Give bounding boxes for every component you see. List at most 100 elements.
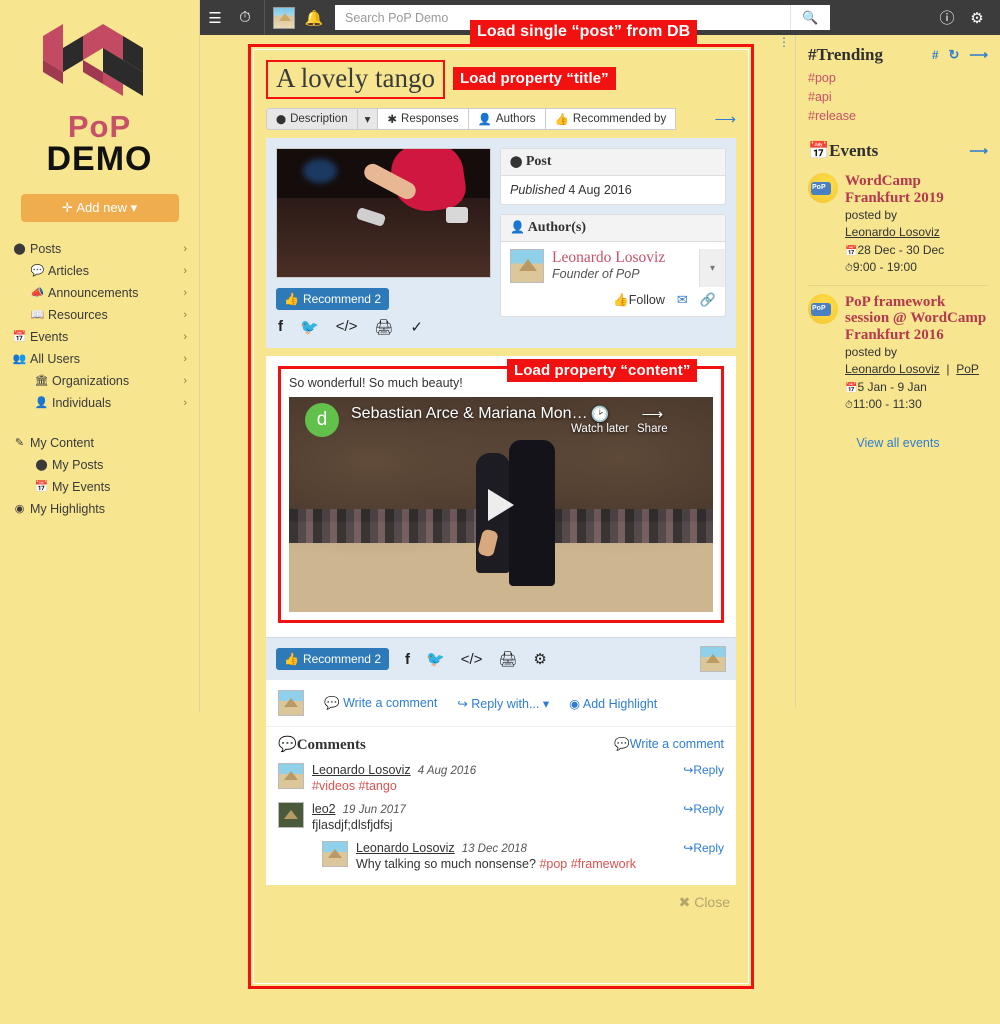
trending-tag[interactable]: #pop — [808, 69, 988, 88]
user-avatar-thumb[interactable] — [273, 6, 295, 29]
trending-tag[interactable]: #release — [808, 107, 988, 126]
calendar-icon: 📅 — [808, 141, 830, 161]
chevron-down-icon[interactable]: ▾ — [699, 249, 725, 288]
search-button[interactable]: 🔍 — [790, 5, 830, 30]
comment-author[interactable]: leo2 — [312, 802, 336, 816]
event-title[interactable]: WordCamp Frankfurt 2019 — [845, 173, 988, 207]
annotation-load-title: Load property “title” — [452, 67, 616, 90]
reply-button[interactable]: ↪Reply — [683, 841, 724, 855]
event-title[interactable]: PoP framework session @ WordCamp Frankfu… — [845, 294, 988, 344]
share-arrow-icon[interactable]: ⟶ — [969, 47, 988, 63]
reply-button[interactable]: ↪Reply — [683, 763, 724, 777]
caret-down-icon: ▾ — [130, 199, 138, 215]
reply-label: Reply — [693, 841, 724, 856]
event-author[interactable]: Leonardo Losoviz — [845, 225, 940, 239]
add-new-button[interactable]: ✛ Add new ▾ — [20, 193, 179, 222]
tab-authors[interactable]: 👤 Authors — [467, 108, 546, 131]
comment-author[interactable]: Leonardo Losoviz — [356, 841, 455, 855]
add-highlight-button[interactable]: ◉ Add Highlight — [569, 696, 657, 711]
site-logo[interactable]: PoP DEMO — [0, 0, 199, 178]
gear-icon[interactable]: ⚙ — [533, 650, 546, 668]
featured-image[interactable] — [276, 148, 491, 279]
add-new-label: Add new — [76, 200, 127, 216]
print-icon[interactable]: 🖨 — [498, 650, 517, 668]
code-icon[interactable]: </> — [461, 651, 483, 668]
info-icon[interactable]: ⓘ — [932, 0, 962, 35]
sidebar-item-articles[interactable]: 💬 Articles › — [0, 260, 199, 282]
comment-author[interactable]: Leonardo Losoviz — [312, 763, 411, 777]
user-avatar-thumb[interactable] — [700, 646, 726, 673]
sidebar-item-organizations[interactable]: 🏛 Organizations › — [0, 370, 199, 392]
vertical-dots-icon[interactable]: ⋮ — [778, 36, 790, 48]
trending-tag[interactable]: #api — [808, 88, 988, 107]
comment-text: fjlasdjf;dlsfjdfsj — [312, 818, 393, 833]
comment-tags[interactable]: #pop #framework — [539, 857, 636, 871]
comment-icon: 💬 — [278, 737, 297, 754]
event-author[interactable]: Leonardo Losoviz — [845, 362, 940, 376]
chevron-right-icon: › — [183, 286, 187, 299]
tab-responses[interactable]: ✱ Responses — [377, 108, 469, 131]
flame-icon[interactable]: ✓ — [410, 318, 423, 336]
view-all-events-link[interactable]: View all events — [808, 436, 988, 450]
event-dates: 28 Dec - 30 Dec — [857, 242, 945, 257]
write-comment-button[interactable]: 💬 Write a comment — [324, 696, 437, 711]
sidebar-item-my-content[interactable]: ✎ My Content — [0, 432, 199, 454]
comment-date: 13 Dec 2018 — [461, 843, 527, 856]
hashtag-icon[interactable]: # — [932, 47, 939, 63]
sidebar-item-my-posts[interactable]: ⬤ My Posts — [0, 454, 199, 476]
reply-button[interactable]: ↪Reply — [683, 802, 724, 816]
author-name[interactable]: Leonardo Losoviz — [552, 249, 665, 267]
tab-recommended-by[interactable]: 👍 Recommended by — [544, 108, 677, 131]
sidebar-item-individuals[interactable]: 👤 Individuals › — [0, 392, 199, 414]
clock-icon[interactable]: ⏱ — [230, 0, 260, 35]
play-icon[interactable] — [488, 488, 514, 521]
follow-button[interactable]: 👍Follow — [613, 293, 665, 308]
bell-icon[interactable]: 🔔 — [299, 0, 329, 35]
recommend-button[interactable]: 👍 Recommend 2 — [276, 288, 389, 311]
code-icon[interactable]: </> — [336, 318, 358, 336]
sidebar-item-my-events[interactable]: 📅 My Events — [0, 476, 199, 498]
reply-with-button[interactable]: ↪ Reply with... ▾ — [457, 696, 549, 711]
facebook-icon[interactable]: f — [405, 651, 410, 668]
post-title-row: A lovely tango Load property “title” — [266, 60, 736, 100]
calendar-icon: 📅 — [34, 481, 49, 494]
avatar — [278, 763, 304, 790]
event-times: 9:00 - 19:00 — [852, 260, 917, 275]
print-icon[interactable]: 🖨 — [374, 318, 393, 336]
envelope-icon[interactable]: ✉ — [677, 292, 688, 308]
sidebar-item-posts[interactable]: ⬤ Posts › — [0, 238, 199, 260]
sidebar-item-events[interactable]: 📅 Events › — [0, 326, 199, 348]
gear-icon[interactable]: ⚙ — [962, 0, 992, 35]
twitter-icon[interactable]: 🐦 — [300, 318, 319, 336]
video-title[interactable]: Sebastian Arce & Mariana Mon… — [351, 405, 588, 423]
share-arrow-icon[interactable]: ⟶ — [714, 110, 736, 128]
post-action-bar: 👍 Recommend 2 f 🐦 </> 🖨 ⚙ — [266, 637, 736, 681]
video-watch-later-button[interactable]: 🕑 Watch later — [571, 405, 629, 435]
share-arrow-icon[interactable]: ⟶ — [969, 143, 988, 159]
hamburger-icon[interactable]: ☰ — [200, 0, 230, 35]
sidebar-item-label: Articles — [48, 263, 89, 278]
thumbs-up-icon: 👍 — [554, 114, 569, 127]
topbar-right-actions: ⓘ ⚙ — [932, 0, 1000, 35]
tab-dropdown-caret[interactable]: ▾ — [356, 108, 379, 131]
events-heading: Events — [829, 141, 879, 161]
sidebar-item-my-highlights[interactable]: ◉ My Highlights — [0, 498, 199, 520]
sidebar-item-announcements[interactable]: 📣 Announcements › — [0, 282, 199, 304]
event-avatar-icon — [808, 293, 838, 324]
right-sidebar: # Trending # ↻ ⟶ #pop #api #release 📅 Ev… — [795, 35, 1000, 707]
facebook-icon[interactable]: f — [278, 318, 283, 336]
twitter-icon[interactable]: 🐦 — [426, 650, 445, 668]
sidebar-item-resources[interactable]: 📖 Resources › — [0, 304, 199, 326]
write-comment-link[interactable]: 💬Write a comment — [614, 737, 724, 752]
link-icon[interactable]: 🔗 — [700, 292, 716, 308]
event-org[interactable]: PoP — [956, 362, 979, 376]
video-channel-avatar[interactable]: d — [305, 403, 339, 438]
comment-tags[interactable]: #videos #tango — [312, 779, 397, 793]
close-button[interactable]: ✖ Close — [266, 885, 736, 911]
recommend-button[interactable]: 👍 Recommend 2 — [276, 648, 389, 671]
video-share-button[interactable]: ⟶ Share — [637, 405, 668, 435]
sidebar-item-all-users[interactable]: 👥 All Users › — [0, 348, 199, 370]
video-embed[interactable]: d Sebastian Arce & Mariana Mon… 🕑 Watch … — [289, 397, 713, 613]
refresh-icon[interactable]: ↻ — [948, 47, 959, 63]
tab-description[interactable]: ⬤ Description — [266, 108, 358, 131]
